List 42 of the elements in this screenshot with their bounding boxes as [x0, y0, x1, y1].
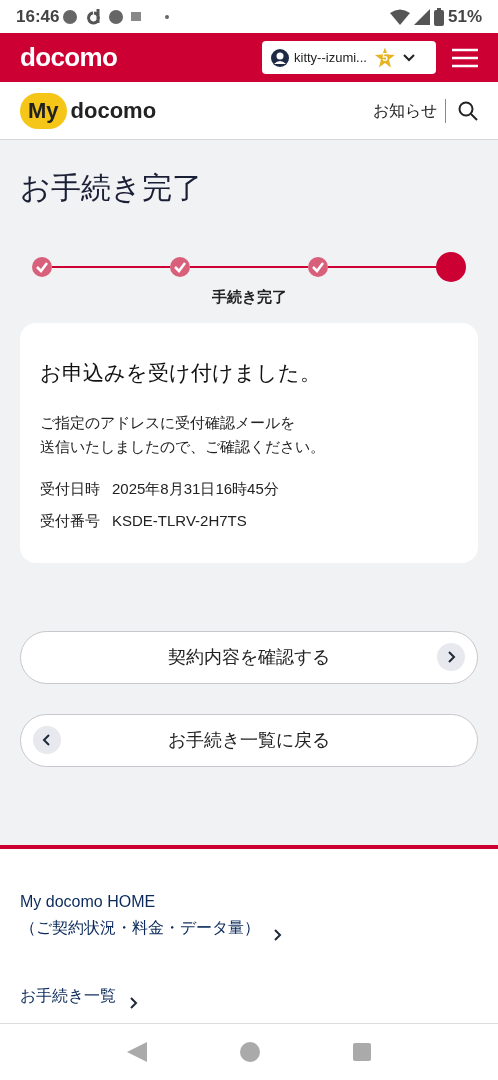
card-heading: お申込みを受け付けました。	[40, 359, 322, 386]
wifi-icon	[389, 8, 410, 25]
field-label: 受付番号	[40, 510, 100, 531]
right-chevron-icon	[272, 928, 282, 941]
card-message-line: ご指定のアドレスに受付確認メールを	[40, 412, 295, 433]
step-check-icon	[32, 257, 52, 277]
footer-link[interactable]: My docomo HOME （ご契約状況・料金・データ量）	[20, 888, 260, 941]
field-value: 2025年8月31日16時45分	[112, 478, 279, 499]
step-check-icon	[308, 257, 328, 277]
step-check-icon	[170, 257, 190, 277]
back-nav-icon[interactable]	[126, 1042, 147, 1062]
my-logo-badge[interactable]: My	[20, 92, 67, 129]
footer-link[interactable]: お手続き一覧	[20, 982, 116, 1009]
caret-icon	[402, 53, 415, 62]
status-time: 16:46	[16, 5, 60, 28]
back-button[interactable]: お手続き一覧に戻る	[20, 713, 478, 767]
left-chevron-icon	[42, 734, 52, 746]
battery-percent: 51%	[447, 5, 482, 28]
dot-icon	[165, 14, 170, 19]
signal-icon	[413, 8, 430, 25]
user-icon	[270, 47, 290, 68]
home-nav-icon[interactable]	[240, 1042, 260, 1062]
notice-link[interactable]: お知らせ	[373, 98, 446, 123]
app-badge-icon	[109, 9, 124, 24]
menu-icon[interactable]	[452, 47, 478, 68]
field-value: KSDE-TLRV-2H7TS	[112, 510, 247, 531]
card-message-line: 送信いたしましたので、ご確認ください。	[40, 436, 325, 457]
account-menu[interactable]: kitty--izumi... 5	[262, 41, 436, 74]
confirm-button[interactable]: 契約内容を確認する	[20, 630, 478, 684]
right-chevron-icon	[128, 996, 138, 1009]
my-docomo-logo[interactable]: docomo	[70, 94, 157, 127]
search-icon[interactable]	[458, 100, 478, 121]
step-label: 手続き完了	[211, 287, 287, 307]
page-title: お手続き完了	[19, 170, 203, 206]
right-chevron-icon	[446, 651, 456, 663]
docomo-logo[interactable]: docomo	[20, 38, 118, 77]
app-badge-icon	[63, 9, 78, 24]
mail-icon	[131, 12, 142, 21]
d-app-icon	[85, 7, 102, 26]
battery-icon	[433, 7, 444, 26]
field-label: 受付日時	[40, 478, 100, 499]
recents-nav-icon[interactable]	[353, 1043, 372, 1061]
